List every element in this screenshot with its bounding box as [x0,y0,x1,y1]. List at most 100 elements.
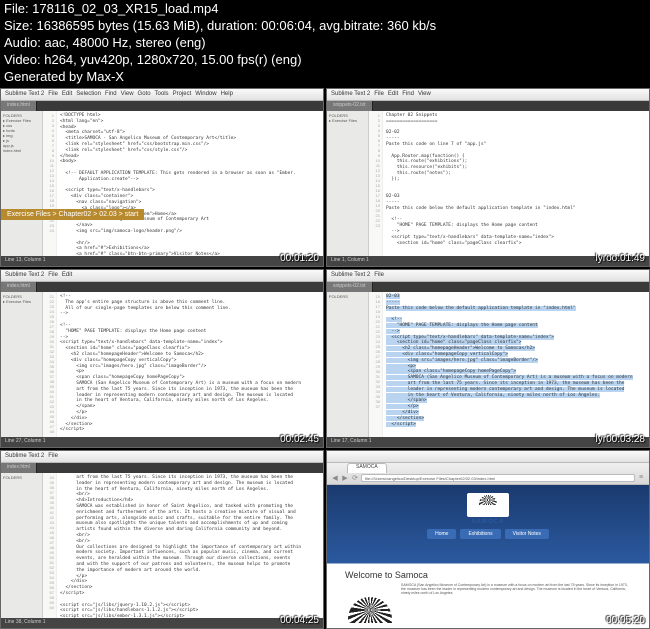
line-gutter: 2122232425262728293031323334353637383940… [43,292,57,437]
welcome-heading: Welcome to Samoca [345,570,631,580]
tab-bar: snippets-02.txt [327,282,649,292]
menu-file[interactable]: File [48,272,58,279]
editor-body: FOLDERS ▸ Exercise Files 123456789101112… [327,111,649,256]
menu-goto[interactable]: Goto [138,91,151,98]
editor-body: FOLDERS 15161718192021222324252627282930… [327,292,649,437]
samoca-nav: Home Exhibitions Visitor Notes [327,529,649,539]
body-text: SAMOCA (San Angelico Museum of Contempor… [401,583,631,623]
editor-body: FOLDERS ▸ Exercise Files 212223242526272… [1,292,323,437]
line-gutter: 123456789101112131415161718192021222324 [43,111,57,256]
logo-area: SAMOCA Home Exhibitions Visitor Notes [327,485,649,539]
nav-notes[interactable]: Visitor Notes [505,529,549,539]
app-name: Sublime Text 2 [331,272,370,279]
forward-icon[interactable]: ▶ [341,474,349,482]
menubar[interactable]: Sublime Text 2 File Edit Find View [327,89,649,101]
tab-bar: index.html [1,282,323,292]
thumb-3: Sublime Text 2 File Edit index.html FOLD… [0,269,324,448]
nav-home[interactable]: Home [427,529,456,539]
code-editor[interactable]: Chapter 02 Snippets =================== … [383,111,649,256]
tab-bar: snippets-02.txt [327,101,649,111]
menu-project[interactable]: Project [173,91,192,98]
code-editor[interactable]: art from the last 75 years. Since its in… [57,473,323,618]
thumb-2: Sublime Text 2 File Edit Find View snipp… [326,88,650,267]
menu-edit[interactable]: Edit [62,91,72,98]
video-line: Video: h264, yuv420p, 1280x720, 15.00 fp… [4,51,436,68]
menu-edit[interactable]: Edit [62,272,72,279]
menu-file[interactable]: File [48,91,58,98]
app-name: Sublime Text 2 [5,272,44,279]
reload-icon[interactable]: ⟳ [351,474,359,482]
menu-file[interactable]: File [374,272,384,279]
menu-view[interactable]: View [121,91,134,98]
editor-tab[interactable]: snippets-02.txt [327,101,373,111]
menu-window[interactable]: Window [195,91,216,98]
menu-selection[interactable]: Selection [76,91,101,98]
editor-body: FOLDERS ▸ Exercise Files ▸ css ▸ fonts ▸… [1,111,323,256]
file-line: File: 178116_02_03_XR15_load.mp4 [4,0,436,17]
menu-icon[interactable]: ≡ [637,474,645,482]
generated-line: Generated by Max-X [4,68,436,85]
menu-file[interactable]: File [374,91,384,98]
thumbnail-grid: Sublime Text 2 File Edit Selection Find … [0,88,650,629]
hero-image-icon [345,583,395,623]
menubar[interactable]: Sublime Text 2 File Edit Selection Find … [1,89,323,101]
line-gutter: 1516171819202122232425262728293031323334… [369,292,383,437]
editor-tab[interactable]: index.html [1,282,37,292]
media-info-overlay: File: 178116_02_03_XR15_load.mp4 Size: 1… [4,0,436,85]
code-editor[interactable]: <!-- The app's entire page structure is … [57,292,323,437]
thumb-1: Sublime Text 2 File Edit Selection Find … [0,88,324,267]
editor-tab[interactable]: index.html [1,101,37,111]
menu-file[interactable]: File [48,453,58,460]
line-gutter: 3435363738394041424344454647484950515253… [43,473,57,618]
file-sidebar[interactable]: FOLDERS [1,473,43,618]
editor-body: FOLDERS 34353637383940414243444546474849… [1,473,323,618]
status-bar: Line 13, Column 1 [1,256,323,266]
url-field[interactable]: file:///Users/xangelico/Desktop/Exercise… [361,474,635,482]
menubar[interactable]: Sublime Text 2 File [1,451,323,463]
menubar[interactable]: Sublime Text 2 File [327,270,649,282]
file-sidebar[interactable]: FOLDERS [327,292,369,437]
sidebar-item[interactable]: ▸ Exercise Files [329,118,366,123]
menu-view[interactable]: View [418,91,431,98]
app-name: Sublime Text 2 [5,91,44,98]
line-gutter: 1234567891011121314151617181920212223 [369,111,383,256]
thumb-6-browser: SAMOCA ◀ ▶ ⟳ file:///Users/xangelico/Des… [326,450,650,629]
browser-chrome: SAMOCA ◀ ▶ ⟳ file:///Users/xangelico/Des… [327,463,649,485]
breadcrumb-overlay: Exercise Files > Chapter02 > 02.03 > sta… [1,209,144,220]
tab-bar: index.html [1,101,323,111]
menu-edit[interactable]: Edit [388,91,398,98]
app-name: Sublime Text 2 [5,453,44,460]
menu-help[interactable]: Help [221,91,233,98]
code-editor[interactable]: 02-03 ----- Paste this code below the de… [383,292,649,437]
menu-find[interactable]: Find [105,91,117,98]
status-bar: Line 27, Column 1 [1,437,323,447]
sidebar-item[interactable]: index.html [3,148,40,153]
file-sidebar[interactable]: FOLDERS ▸ Exercise Files ▸ css ▸ fonts ▸… [1,111,43,256]
samoca-content: Welcome to Samoca SAMOCA (San Angelico M… [339,564,637,628]
menubar[interactable] [327,451,649,463]
code-editor[interactable]: <!DOCTYPE html> <html lang="en"> <head> … [57,111,323,256]
editor-tab[interactable]: snippets-02.txt [327,282,373,292]
menu-find[interactable]: Find [402,91,414,98]
thumb-5: Sublime Text 2 File index.html FOLDERS 3… [0,450,324,629]
file-sidebar[interactable]: FOLDERS ▸ Exercise Files [1,292,43,437]
editor-tab[interactable]: index.html [1,463,37,473]
timecode: 00:01:20 [280,253,319,264]
menu-tools[interactable]: Tools [155,91,169,98]
audio-line: Audio: aac, 48000 Hz, stereo (eng) [4,34,436,51]
menubar[interactable]: Sublime Text 2 File Edit [1,270,323,282]
timecode: 00:05:20 [606,615,645,626]
status-bar: Line 38, Column 1 [1,618,323,628]
timecode: lyr00:03:28 [596,434,645,445]
samoca-logo-text: SAMOCA [327,519,649,525]
back-icon[interactable]: ◀ [331,474,339,482]
size-line: Size: 16386595 bytes (15.63 MiB), durati… [4,17,436,34]
browser-tab[interactable]: SAMOCA [347,463,387,473]
sidebar-item[interactable]: ▸ Exercise Files [3,299,40,304]
samoca-logo-icon [467,493,509,517]
selected-code: 02-03 ----- Paste this code below the de… [386,294,633,427]
app-name: Sublime Text 2 [331,91,370,98]
nav-exhibitions[interactable]: Exhibitions [460,529,500,539]
file-sidebar[interactable]: FOLDERS ▸ Exercise Files [327,111,369,256]
tab-bar: index.html [1,463,323,473]
